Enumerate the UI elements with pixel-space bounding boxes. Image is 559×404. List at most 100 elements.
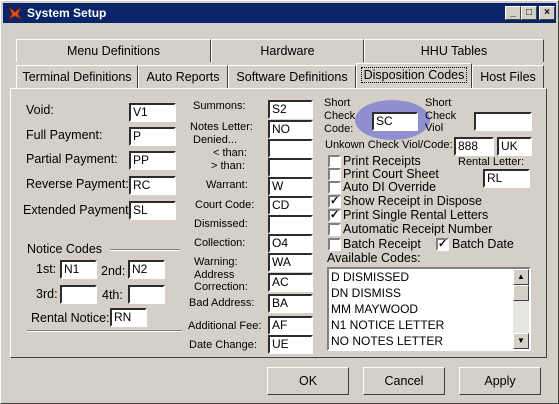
reverse-payment-field[interactable]: RC (129, 176, 176, 195)
option-checkbox[interactable] (328, 238, 341, 251)
short-check-code-label-3: Code: (324, 123, 354, 135)
short-check-viol-label-2: Check (425, 110, 457, 122)
list-item[interactable]: NO NOTES LETTER (331, 334, 443, 348)
scroll-up-button[interactable]: ▲ (513, 269, 529, 285)
date-change-field[interactable]: UE (268, 335, 313, 354)
ok-button[interactable]: OK (267, 367, 349, 395)
tab-label: Terminal Definitions (22, 70, 132, 84)
extended-payment-label: Extended Payment (23, 203, 129, 217)
warning-field[interactable]: WA (268, 253, 313, 272)
second-notice-field[interactable]: N2 (128, 260, 165, 279)
notice-codes-label: Notice Codes (27, 242, 103, 256)
collection-field[interactable]: O4 (268, 234, 313, 253)
scroll-down-button[interactable]: ▼ (513, 333, 529, 349)
summons-field[interactable]: S2 (268, 100, 313, 119)
bad-address-field[interactable]: BA (268, 294, 313, 313)
fourth-notice-label: 4th: (102, 288, 123, 302)
court-code-field[interactable]: CD (268, 196, 313, 215)
option-label: Auto DI Override (343, 180, 437, 194)
void-field[interactable]: V1 (129, 103, 176, 122)
collection-label: Collection: (194, 237, 246, 249)
dismissed-field[interactable] (268, 215, 313, 234)
list-item[interactable]: MM MAYWOOD (331, 302, 418, 316)
cancel-button[interactable]: Cancel (363, 367, 445, 395)
extended-payment-field[interactable]: SL (129, 201, 176, 220)
tab-hardware[interactable]: Hardware (211, 39, 364, 62)
tab-label: Disposition Codes (360, 67, 468, 83)
greater-than-field[interactable] (268, 158, 313, 177)
checkmark-icon: ✓ (330, 195, 340, 207)
fourth-notice-field[interactable] (128, 285, 165, 304)
rental-letter-label: Rental Letter: (458, 156, 525, 168)
window-title: System Setup (27, 6, 107, 20)
list-item[interactable]: D DISMISSED (331, 270, 409, 284)
tab-label: Hardware (260, 44, 315, 58)
warrant-label: Warrant: (206, 179, 248, 191)
short-check-viol-field[interactable] (474, 112, 532, 131)
denied-field[interactable] (268, 139, 313, 158)
option-checkbox[interactable]: ✓ (328, 195, 341, 208)
unknown-check-code-field[interactable]: UK (497, 137, 532, 156)
apply-button[interactable]: Apply (459, 367, 541, 395)
list-item[interactable]: N1 NOTICE LETTER (331, 318, 444, 332)
checkmark-icon: ✓ (330, 209, 340, 221)
close-button[interactable]: × (539, 6, 555, 20)
tab-menu-definitions[interactable]: Menu Definitions (16, 39, 211, 62)
scroll-thumb[interactable] (513, 285, 529, 301)
short-check-code-label-2: Check (324, 110, 356, 122)
app-icon (7, 6, 23, 20)
tab-hhu-tables[interactable]: HHU Tables (364, 39, 544, 62)
scroll-down-icon: ▼ (517, 336, 525, 345)
less-than-label: < than: (213, 147, 247, 159)
tab-label: Auto Reports (146, 70, 220, 84)
available-codes-label: Available Codes: (327, 251, 421, 265)
batch-date-checkbox[interactable]: ✓ (436, 238, 449, 251)
warning-label: Warning: (194, 256, 238, 268)
short-check-code-field[interactable]: SC (372, 112, 418, 131)
tab-disposition-codes[interactable]: Disposition Codes (356, 63, 472, 88)
left-bottom-divider (27, 330, 182, 332)
tab-terminal-definitions[interactable]: Terminal Definitions (16, 65, 138, 88)
partial-payment-field[interactable]: PP (129, 151, 176, 170)
reverse-payment-label: Reverse Payment: (26, 177, 129, 191)
close-icon: × (544, 7, 550, 18)
option-checkbox[interactable]: ✓ (328, 209, 341, 222)
option-label: Print Court Sheet (343, 167, 439, 181)
notice-codes-divider (110, 249, 180, 251)
option-label: Show Receipt in Dispose (343, 194, 482, 208)
first-notice-field[interactable]: N1 (60, 260, 97, 279)
full-payment-field[interactable]: P (129, 127, 176, 146)
address-correction-field[interactable]: AC (268, 273, 313, 292)
maximize-button[interactable]: □ (521, 6, 537, 20)
first-notice-label: 1st: (36, 262, 57, 276)
option-label: Batch Receipt (343, 237, 421, 251)
minimize-icon: _ (510, 7, 516, 18)
option-checkbox[interactable] (328, 168, 341, 181)
rental-letter-field[interactable]: RL (483, 169, 530, 188)
option-label: Print Single Rental Letters (343, 208, 489, 222)
greater-than-label: > than: (211, 160, 245, 172)
option-checkbox[interactable] (328, 223, 341, 236)
notes-letter-field[interactable]: NO (268, 120, 313, 139)
additional-fee-field[interactable]: AF (268, 316, 313, 335)
full-payment-label: Full Payment: (26, 128, 103, 142)
option-checkbox[interactable] (328, 181, 341, 194)
list-scrollbar[interactable]: ▲ ▼ (513, 269, 529, 349)
list-item[interactable]: DN DISMISS (331, 286, 401, 300)
option-checkbox[interactable] (328, 155, 341, 168)
unknown-check-label: Unkown Check Viol/Code: (325, 139, 453, 151)
minimize-button[interactable]: _ (505, 6, 521, 20)
tab-host-files[interactable]: Host Files (472, 65, 544, 88)
warrant-field[interactable]: W (268, 177, 313, 196)
tab-software-definitions[interactable]: Software Definitions (228, 65, 356, 88)
title-bar[interactable]: System Setup _ □ × (3, 3, 556, 23)
rental-notice-field[interactable]: RN (110, 308, 147, 327)
checkmark-icon: ✓ (438, 238, 448, 250)
date-change-label: Date Change: (189, 339, 257, 351)
option-label: Automatic Receipt Number (343, 222, 493, 236)
tab-label: Menu Definitions (66, 44, 161, 58)
available-codes-list[interactable]: D DISMISSED DN DISMISS MM MAYWOOD N1 NOTICE… (327, 267, 531, 351)
unknown-check-viol-field[interactable]: 888 (454, 137, 494, 156)
third-notice-field[interactable] (60, 285, 97, 304)
tab-auto-reports[interactable]: Auto Reports (138, 65, 228, 88)
